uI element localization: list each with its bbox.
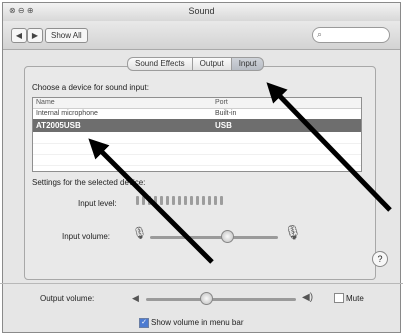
arrow-to-device xyxy=(88,138,214,264)
annotation-arrows xyxy=(88,82,392,264)
arrow-to-input-tab xyxy=(266,82,392,212)
